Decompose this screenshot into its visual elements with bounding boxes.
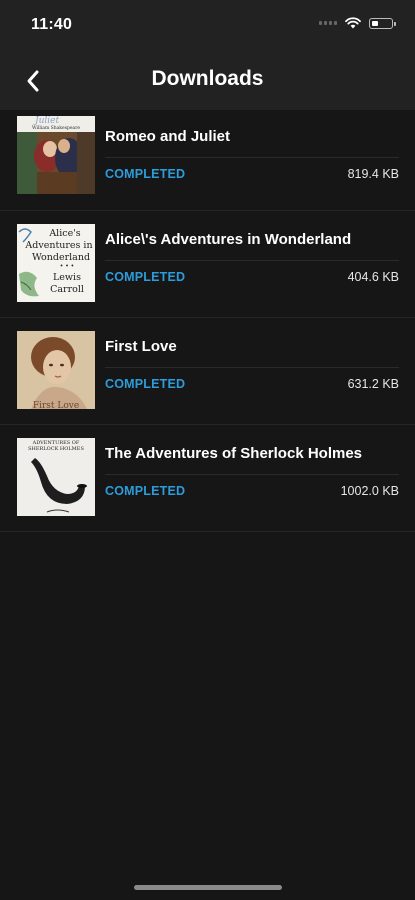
svg-text:Juliet: Juliet (33, 116, 59, 126)
download-info: First Love COMPLETED 631.2 KB (105, 338, 399, 391)
download-meta: COMPLETED 1002.0 KB (105, 484, 399, 498)
download-info: Alice\'s Adventures in Wonderland COMPLE… (105, 231, 399, 284)
download-status: COMPLETED (105, 167, 186, 181)
divider (105, 474, 399, 475)
divider (105, 260, 399, 261)
download-meta: COMPLETED 631.2 KB (105, 377, 399, 391)
status-time: 11:40 (31, 16, 73, 33)
download-info: Romeo and Juliet COMPLETED 819.4 KB (105, 128, 399, 181)
book-title: Alice\'s Adventures in Wonderland (105, 231, 352, 248)
download-meta: COMPLETED 404.6 KB (105, 270, 399, 284)
book-title: First Love (105, 338, 177, 355)
page-title: Downloads (151, 67, 264, 90)
book-cover-alices-adventures: Alice's Adventures in Wonderland • • • L… (17, 224, 95, 302)
file-size: 631.2 KB (347, 377, 399, 391)
download-meta: COMPLETED 819.4 KB (105, 167, 399, 181)
divider (105, 367, 399, 368)
navigation-bar: Downloads (0, 50, 415, 110)
download-status: COMPLETED (105, 484, 186, 498)
file-size: 404.6 KB (347, 270, 399, 284)
svg-text:SHERLOCK HOLMES: SHERLOCK HOLMES (28, 446, 84, 452)
downloads-list: Juliet William Shakespeare Romeo and Jul… (0, 110, 415, 532)
download-item-alices-adventures[interactable]: Alice's Adventures in Wonderland • • • L… (0, 211, 415, 318)
book-cover-sherlock-holmes: ADVENTURES OF SHERLOCK HOLMES (17, 438, 95, 516)
download-item-romeo-and-juliet[interactable]: Juliet William Shakespeare Romeo and Jul… (0, 110, 415, 211)
battery-icon (369, 17, 396, 29)
svg-text:Alice's: Alice's (48, 228, 80, 239)
wifi-icon (345, 17, 361, 29)
download-item-first-love[interactable]: First Love First Love COMPLETED 631.2 KB (0, 318, 415, 425)
download-info: The Adventures of Sherlock Holmes COMPLE… (105, 445, 399, 498)
book-cover-romeo-and-juliet: Juliet William Shakespeare (17, 116, 95, 194)
download-status: COMPLETED (105, 377, 186, 391)
home-indicator[interactable] (134, 885, 282, 890)
book-cover-first-love: First Love (17, 331, 95, 409)
download-status: COMPLETED (105, 270, 186, 284)
svg-text:First Love: First Love (33, 401, 79, 409)
svg-text:Wonderland: Wonderland (32, 252, 90, 263)
download-item-sherlock-holmes[interactable]: ADVENTURES OF SHERLOCK HOLMES The Advent… (0, 425, 415, 532)
book-title: Romeo and Juliet (105, 128, 231, 145)
file-size: 819.4 KB (347, 167, 399, 181)
svg-text:• • •: • • • (60, 263, 74, 270)
svg-text:Carroll: Carroll (50, 284, 84, 295)
status-icons (319, 17, 396, 29)
status-bar: 11:40 (0, 0, 415, 50)
divider (105, 157, 399, 158)
cellular-signal-icon (319, 21, 337, 25)
svg-text:Adventures in: Adventures in (24, 240, 92, 251)
svg-text:William Shakespeare: William Shakespeare (32, 125, 80, 131)
file-size: 1002.0 KB (340, 484, 399, 498)
book-title: The Adventures of Sherlock Holmes (105, 445, 363, 462)
svg-text:Lewis: Lewis (53, 272, 81, 283)
